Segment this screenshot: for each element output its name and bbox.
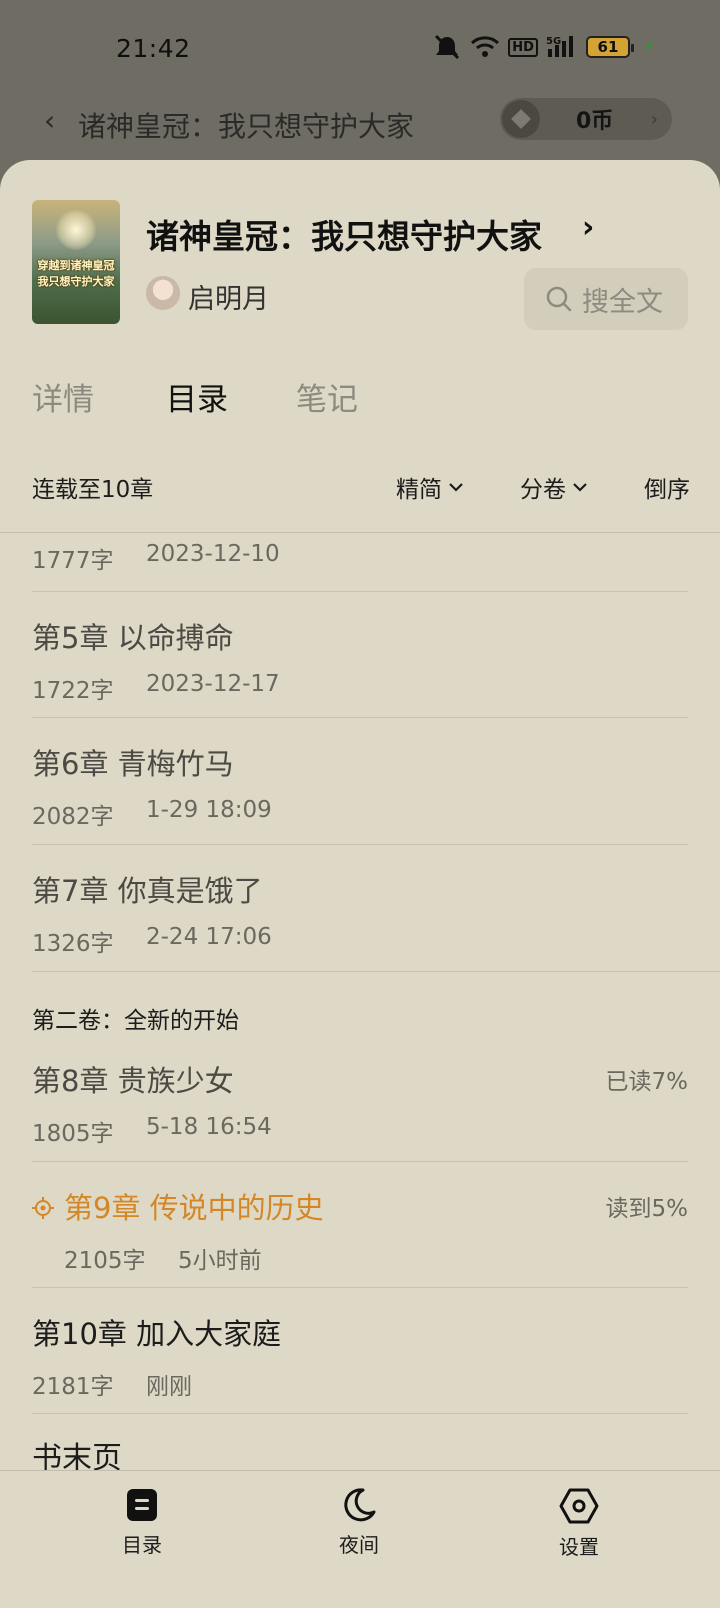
- chapter-row-8[interactable]: 第8章 贵族少女 1805字 5-18 16:54 已读7%: [32, 1058, 688, 1148]
- chapter-row-9-current[interactable]: 第9章 传说中的历史 2105字 5小时前 读到5%: [32, 1185, 688, 1275]
- search-icon: [546, 286, 572, 312]
- row-divider: [32, 1287, 688, 1288]
- row-divider: [32, 591, 688, 592]
- status-time: 21:42: [116, 34, 191, 63]
- chapter-meta: 2105字 5小时前: [64, 1248, 262, 1274]
- chapter-meta: 1777字 2023-12-10: [32, 541, 280, 574]
- tab-details[interactable]: 详情: [32, 374, 94, 419]
- battery-icon: 61: [585, 36, 634, 58]
- catalog-button[interactable]: 目录: [82, 1487, 202, 1558]
- search-label: 搜全文: [582, 286, 663, 318]
- chapter-title: 第10章 加入大家庭: [32, 1317, 282, 1351]
- row-divider: [32, 1161, 688, 1162]
- chapter-title: 第9章 传说中的历史: [64, 1191, 324, 1225]
- book-title[interactable]: 诸神皇冠：我只想守护大家: [146, 210, 542, 258]
- full-text-search-button[interactable]: 搜全文: [524, 268, 688, 330]
- status-icons: HD 5G 61 ⚡: [432, 34, 656, 60]
- coin-balance: 0币: [576, 109, 614, 134]
- sheet-tabs: 详情 目录 笔记: [0, 374, 720, 424]
- catalog-bar: 连载至10章 精简 分卷 倒序: [0, 470, 720, 510]
- hd-icon: HD: [508, 37, 538, 57]
- background-book-title: 诸神皇冠：我只想守护大家: [78, 110, 415, 143]
- chevron-right-icon[interactable]: ›: [582, 210, 594, 245]
- charging-icon: ⚡: [641, 35, 656, 59]
- row-divider: [32, 971, 720, 972]
- volume-title: 第二卷：全新的开始: [32, 1008, 239, 1034]
- settings-icon: [559, 1488, 599, 1524]
- chapter-meta: 2082字 1-29 18:09: [32, 797, 272, 830]
- chapter-title: 第8章 贵族少女: [32, 1064, 234, 1098]
- moon-icon: [344, 1488, 376, 1522]
- chapter-title: 第6章 青梅竹马: [32, 747, 234, 781]
- row-divider: [32, 1413, 688, 1414]
- end-page-row[interactable]: 书末页: [32, 1433, 688, 1471]
- chapter-row-7[interactable]: 第7章 你真是饿了 1326字 2-24 17:06: [32, 868, 688, 958]
- chapter-title: 第7章 你真是饿了: [32, 874, 263, 908]
- chapter-title: 第5章 以命搏命: [32, 621, 234, 655]
- background-reader-nav: ‹ 诸神皇冠：我只想守护大家 0币 ›: [0, 96, 720, 156]
- back-arrow-icon[interactable]: ‹: [44, 104, 55, 137]
- settings-button[interactable]: 设置: [519, 1487, 639, 1560]
- book-cover[interactable]: 穿越到诸神皇冠 我只想守护大家: [32, 200, 120, 324]
- read-progress: 已读7%: [605, 1069, 689, 1095]
- cover-text: 穿越到诸神皇冠 我只想守护大家: [37, 259, 115, 288]
- chevron-down-icon: [573, 483, 587, 492]
- night-mode-button[interactable]: 夜间: [299, 1487, 419, 1558]
- author-name[interactable]: 启明月: [188, 277, 269, 316]
- serial-status: 连载至10章: [32, 477, 154, 503]
- chapter-row-partial[interactable]: 1777字 2023-12-10: [32, 541, 688, 575]
- chevron-down-icon: [449, 483, 463, 492]
- mute-icon: [435, 34, 460, 60]
- chapter-meta: 1326字 2-24 17:06: [32, 924, 272, 957]
- current-location-icon: [32, 1197, 54, 1219]
- chapter-meta: 1805字 5-18 16:54: [32, 1114, 272, 1147]
- catalog-icon: [127, 1489, 157, 1521]
- author-avatar[interactable]: [146, 276, 180, 310]
- reverse-order-button[interactable]: 倒序: [644, 470, 690, 504]
- chapter-meta: 2181字 刚刚: [32, 1374, 192, 1400]
- coin-balance-button[interactable]: 0币 ›: [500, 98, 672, 140]
- catalog-sheet: 穿越到诸神皇冠 我只想守护大家 诸神皇冠：我只想守护大家 › 启明月 搜全文 详…: [0, 160, 720, 1608]
- volume-header: 第二卷：全新的开始: [32, 1001, 688, 1035]
- chapter-meta: 1722字 2023-12-17: [32, 671, 280, 704]
- volume-filter[interactable]: 分卷: [520, 470, 588, 504]
- row-divider: [32, 844, 688, 845]
- signal-icon: 5G: [546, 36, 573, 57]
- chapter-row-5[interactable]: 第5章 以命搏命 1722字 2023-12-17: [32, 615, 688, 705]
- simplified-filter[interactable]: 精简: [396, 470, 464, 504]
- chapter-row-10[interactable]: 第10章 加入大家庭 2181字 刚刚: [32, 1311, 688, 1401]
- chapter-row-6[interactable]: 第6章 青梅竹马 2082字 1-29 18:09: [32, 741, 688, 831]
- tab-catalog[interactable]: 目录: [166, 374, 228, 419]
- chapter-list[interactable]: 1777字 2023-12-10 第5章 以命搏命 1722字 2023-12-…: [0, 533, 720, 1471]
- row-divider: [32, 717, 688, 718]
- coin-icon: [502, 100, 540, 138]
- chevron-right-icon: ›: [650, 108, 658, 130]
- read-progress: 读到5%: [605, 1196, 689, 1222]
- tab-notes[interactable]: 笔记: [296, 374, 358, 419]
- status-bar: 21:42 HD 5G 61 ⚡: [0, 0, 720, 96]
- end-page-label: 书末页: [32, 1441, 122, 1471]
- wifi-icon: [471, 36, 500, 57]
- bottom-toolbar: 目录 夜间 设置: [0, 1470, 720, 1608]
